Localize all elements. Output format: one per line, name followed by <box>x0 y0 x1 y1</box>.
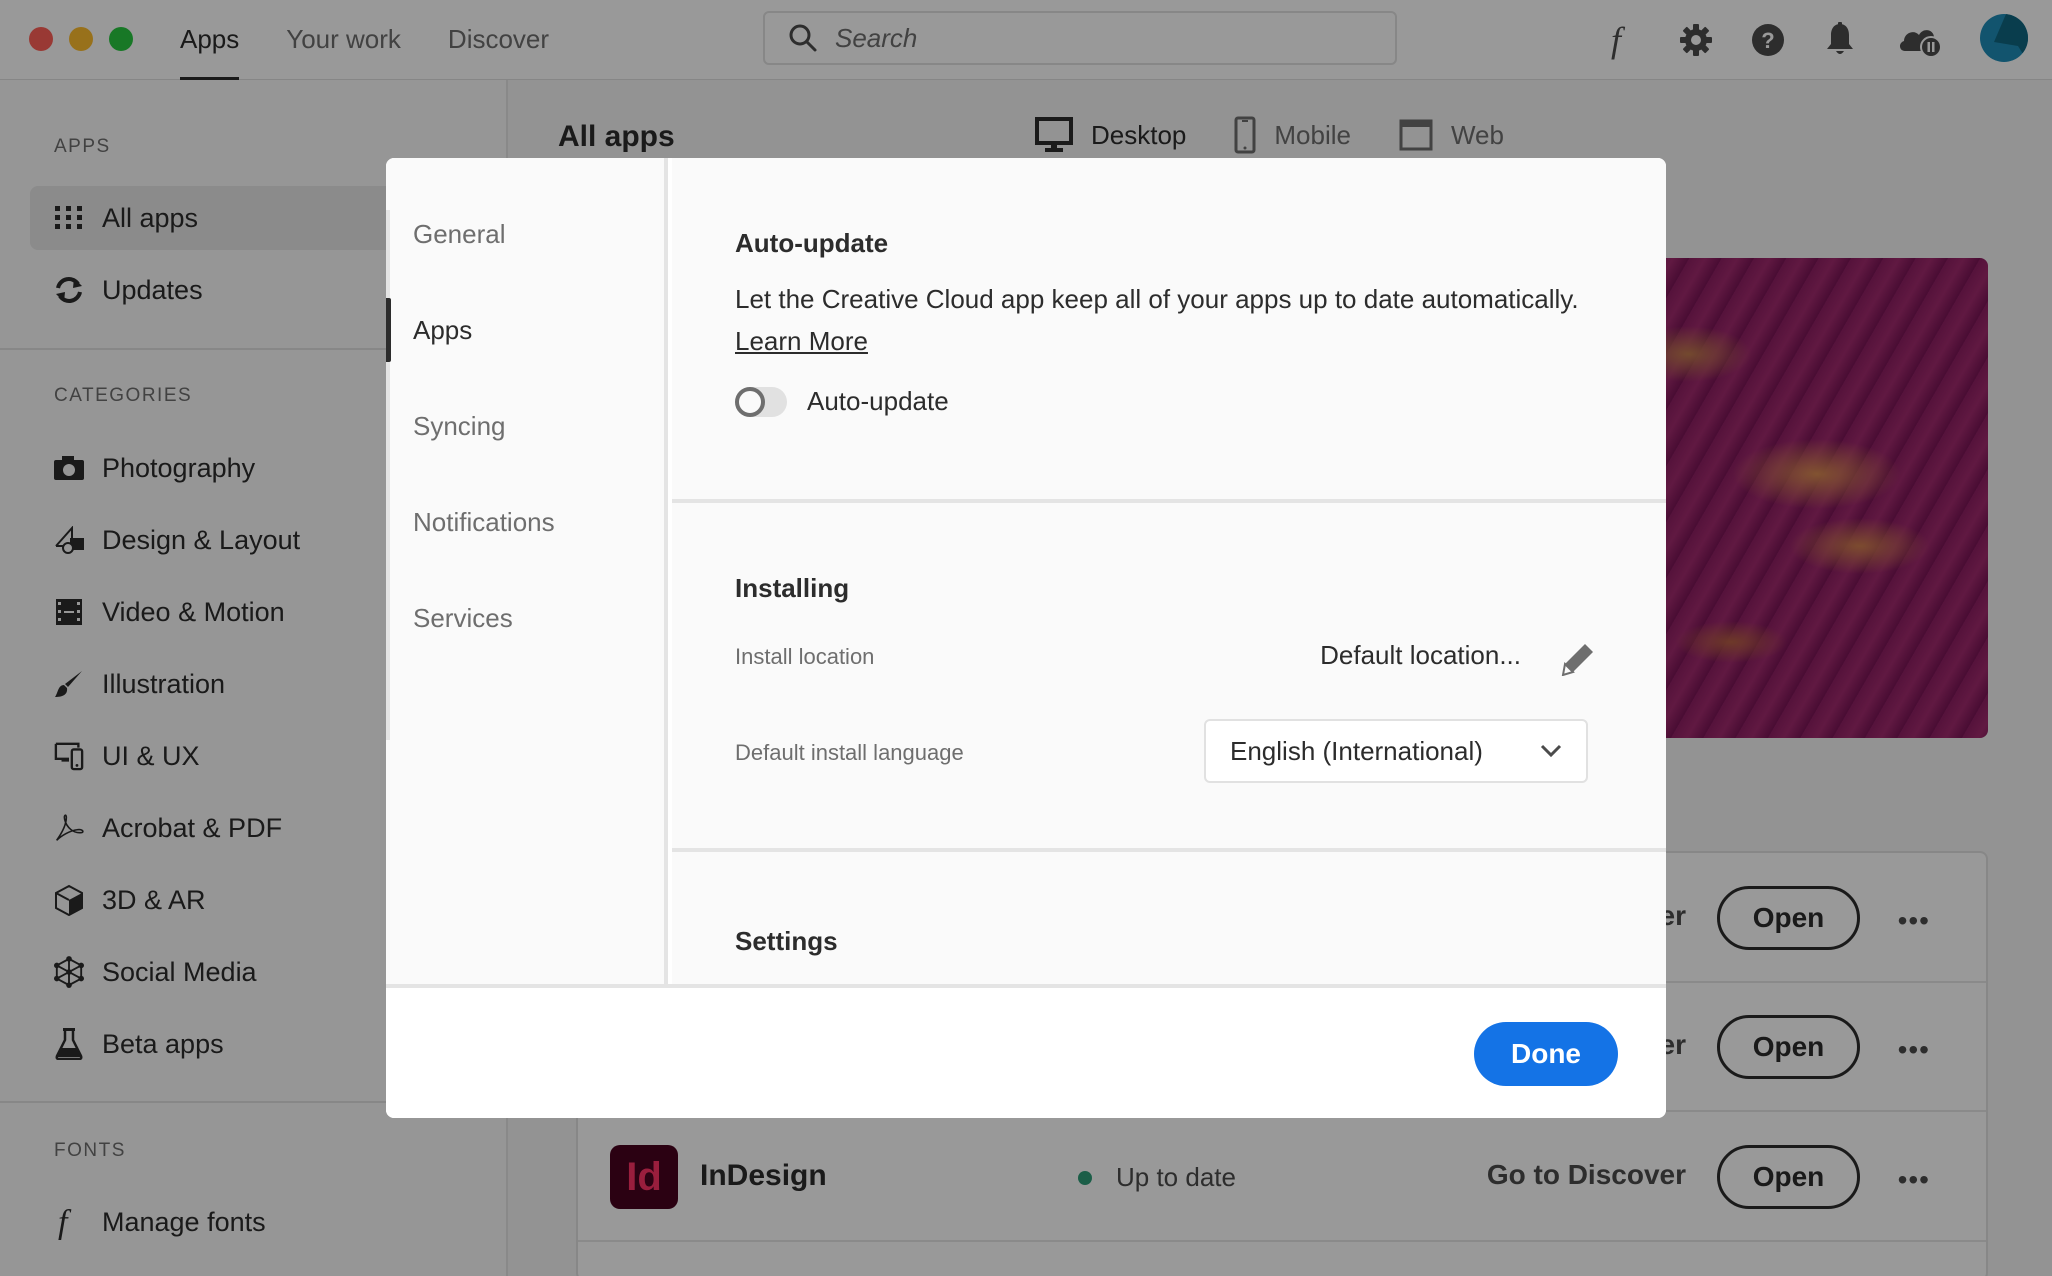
section-installing: Installing Install location Default loca… <box>672 503 1666 852</box>
pref-nav-services[interactable]: Services <box>386 586 664 650</box>
toggle-label: Auto-update <box>807 386 949 416</box>
done-button[interactable]: Done <box>1474 1022 1618 1086</box>
toggle-knob <box>735 386 765 417</box>
install-location-label: Install location <box>735 644 875 669</box>
learn-more-link[interactable]: Learn More <box>735 326 868 357</box>
install-language-label: Default install language <box>735 740 964 765</box>
section-settings: Settings <box>672 852 1666 988</box>
section-title: Settings <box>735 926 838 956</box>
preferences-footer: Done <box>386 988 1666 1118</box>
pref-nav-syncing[interactable]: Syncing <box>386 394 664 458</box>
install-language-select[interactable]: English (International) <box>1204 719 1588 783</box>
auto-update-toggle[interactable]: Auto-update <box>735 386 949 417</box>
chevron-down-icon <box>1540 744 1562 758</box>
section-title: Auto-update <box>735 228 889 258</box>
preferences-content: Auto-update Let the Creative Cloud app k… <box>672 158 1666 988</box>
pref-nav-notifications[interactable]: Notifications <box>386 490 664 554</box>
pref-nav-general[interactable]: General <box>386 202 664 266</box>
preferences-nav: General Apps Syncing Notifications Servi… <box>386 158 668 988</box>
toggle-switch[interactable] <box>735 386 787 417</box>
section-description: Let the Creative Cloud app keep all of y… <box>735 284 1579 314</box>
section-auto-update: Auto-update Let the Creative Cloud app k… <box>672 158 1666 503</box>
pref-nav-apps[interactable]: Apps <box>386 298 664 362</box>
pencil-icon <box>1561 644 1593 676</box>
section-title: Installing <box>735 573 850 603</box>
edit-location-button[interactable] <box>1558 639 1598 679</box>
nav-rail <box>386 210 390 740</box>
install-language-value: English (International) <box>1230 735 1483 766</box>
install-location-value: Default location... <box>1320 640 1521 670</box>
preferences-dialog: General Apps Syncing Notifications Servi… <box>386 158 1666 1118</box>
